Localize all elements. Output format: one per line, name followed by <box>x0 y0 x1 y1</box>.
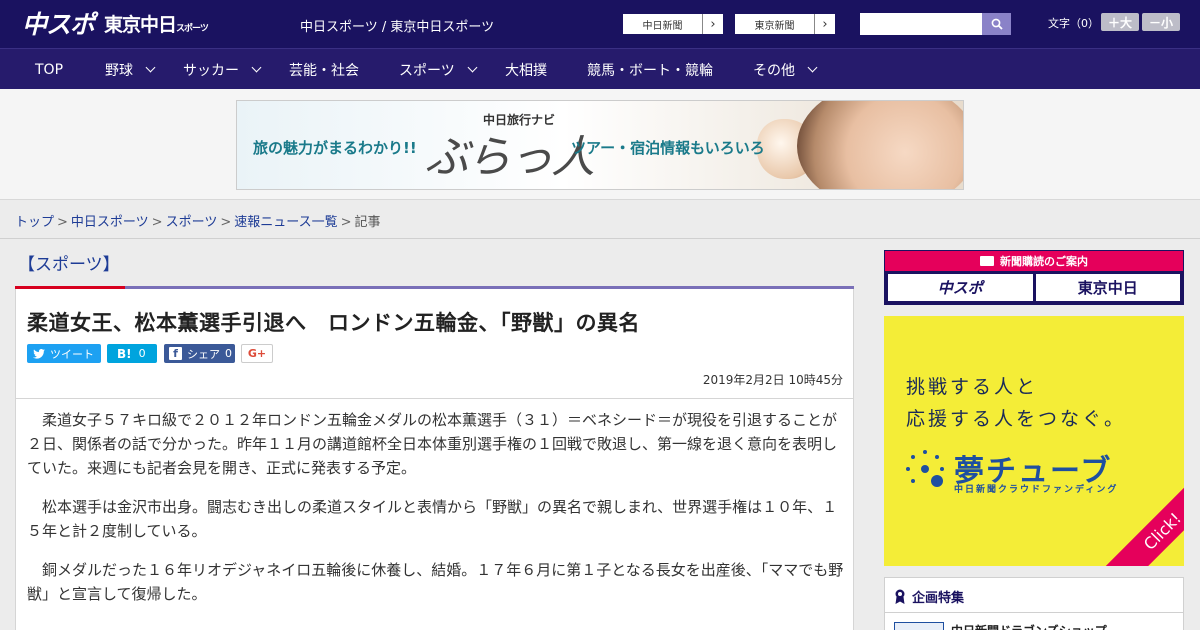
newspaper-icon <box>980 256 994 266</box>
divider <box>16 398 853 399</box>
breadcrumb-separator: > <box>340 215 352 230</box>
nav-item-label: 大相撲 <box>505 62 547 79</box>
chevron-down-icon <box>145 62 156 73</box>
nav-item-other[interactable]: その他 <box>753 49 818 90</box>
yume-dots-icon <box>906 450 944 487</box>
article-body: 柔道女子５７キロ級で２０１２年ロンドン五輪金メダルの松本薫選手（３１）＝ベネシー… <box>27 408 847 621</box>
chevron-right-icon: › <box>710 16 716 32</box>
ad-right-copy: ツアー・宿泊情報もいろいろ <box>571 139 765 157</box>
chevron-down-icon <box>467 62 478 73</box>
site-name-link[interactable]: 中日スポーツ / 東京中日スポーツ <box>300 16 494 35</box>
nav-item-label: 野球 <box>105 62 133 79</box>
subscription-logos: 中スポ 東京中日 <box>885 271 1183 304</box>
article-paragraph: 松本選手は金沢市出身。闘志むき出しの柔道スタイルと表情から「野獣」の異名で親しま… <box>27 498 838 540</box>
search-button[interactable] <box>982 13 1011 35</box>
breadcrumb-current: 記事 <box>354 215 381 230</box>
yume-tube-ad[interactable]: 挑戦する人と 応援する人をつなぐ。 夢チューブ 中日新聞クラウドファンディング … <box>884 316 1184 566</box>
subscription-title: 新聞購読のご案内 <box>1000 255 1088 268</box>
article-headline: 柔道女王、松本薫選手引退へ ロンドン五輪金、「野獣」の異名 <box>27 311 640 335</box>
feature-thumbnail[interactable] <box>894 622 944 630</box>
yume-ad-line1: 挑戦する人と <box>906 376 1039 398</box>
ad-left-copy: 旅の魅力がまるわかり!! <box>253 139 417 157</box>
breadcrumb-top[interactable]: トップ <box>15 215 54 230</box>
article-paragraph: 銅メダルだった１６年リオデジャネイロ五輪後に休養し、結婚。１７年６月に第１子とな… <box>27 561 844 603</box>
ribbon-icon <box>895 589 905 604</box>
breadcrumb-separator: > <box>151 215 163 230</box>
article-date: 2019年2月2日 10時45分 <box>702 373 843 387</box>
subscribe-chuspo-link[interactable]: 中スポ <box>888 274 1033 301</box>
chevron-down-icon <box>807 62 818 73</box>
article-category: 【スポーツ】 <box>18 255 120 275</box>
nav-item-entertainment[interactable]: 芸能・社会 <box>289 49 359 90</box>
ad-banner-area: 旅の魅力がまるわかり!! 中日旅行ナビ ぶらっ人 ツアー・宿泊情報もいろいろ <box>0 89 1200 200</box>
nav-item-sports[interactable]: スポーツ <box>399 49 478 90</box>
article-box: 柔道女王、松本薫選手引退へ ロンドン五輪金、「野獣」の異名 ツイート B! 0 … <box>15 289 854 630</box>
nav-item-label: 競馬・ボート・競輪 <box>587 62 713 79</box>
hatena-count: 0 <box>138 347 146 360</box>
feature-title: 企画特集 <box>912 591 965 606</box>
ext-link-label: 東京新聞 <box>735 14 815 34</box>
divider <box>0 238 1200 239</box>
breadcrumb-separator: > <box>57 215 68 230</box>
breadcrumb-news-list[interactable]: 速報ニュース一覧 <box>234 215 337 230</box>
chevron-right-icon: › <box>822 16 828 32</box>
tokyo-shimbun-link[interactable]: 東京新聞 › <box>734 13 836 35</box>
hatena-bookmark-button[interactable]: B! 0 <box>107 344 157 363</box>
chunichi-shimbun-link[interactable]: 中日新聞 › <box>622 13 724 35</box>
font-size-label: 文字（0） <box>1048 17 1099 30</box>
nav-item-racing[interactable]: 競馬・ボート・競輪 <box>587 49 713 90</box>
logo-chuspo: 中スポ <box>22 10 95 39</box>
subscribe-tokyo-chunichi-link[interactable]: 東京中日 <box>1035 274 1180 301</box>
font-bigger-button[interactable]: ＋大 <box>1101 13 1139 31</box>
share-label: シェア <box>187 347 220 361</box>
yume-ad-line2: 応援する人をつなぐ。 <box>906 408 1127 430</box>
nav-item-baseball[interactable]: 野球 <box>105 49 156 90</box>
nav-item-label: スポーツ <box>399 62 455 79</box>
twitter-icon <box>33 348 45 359</box>
yume-subtitle: 中日新聞クラウドファンディング <box>954 485 1119 495</box>
facebook-icon: f <box>169 347 182 360</box>
google-plus-icon: G+ <box>247 347 267 360</box>
nav-item-sumo[interactable]: 大相撲 <box>505 49 547 90</box>
nav-item-top[interactable]: TOP <box>35 49 63 90</box>
breadcrumb-chunichi-sports[interactable]: 中日スポーツ <box>71 215 149 230</box>
feature-header: 企画特集 <box>894 587 964 606</box>
divider <box>885 612 1183 613</box>
hatena-icon: B! <box>117 346 132 361</box>
feature-box: 企画特集 中日新聞ドラゴンズショップ <box>884 577 1184 630</box>
breadcrumb-sports[interactable]: スポーツ <box>166 215 218 230</box>
main-nav: TOP 野球 サッカー 芸能・社会 スポーツ 大相撲 競馬・ボート・競輪 その他 <box>0 48 1200 89</box>
google-plus-button[interactable]: G+ <box>241 344 273 363</box>
breadcrumb: トップ > 中日スポーツ > スポーツ > 速報ニュース一覧 > 記事 <box>15 211 381 230</box>
share-count: 0 <box>225 347 232 360</box>
nav-item-label: TOP <box>35 61 64 78</box>
ext-link-label: 中日新聞 <box>623 14 703 34</box>
article-paragraph: 柔道女子５７キロ級で２０１２年ロンドン五輪金メダルの松本薫選手（３１）＝ベネシー… <box>27 411 838 477</box>
ad-brand: ぶらっ人 <box>425 132 595 183</box>
chevron-down-icon <box>251 62 262 73</box>
logo-tokyo-chunichi: 東京中日スポーツ <box>104 13 209 36</box>
font-smaller-button[interactable]: －小 <box>1142 13 1180 31</box>
search-input[interactable] <box>860 13 982 35</box>
tweet-label: ツイート <box>50 347 94 361</box>
facebook-share-button[interactable]: f シェア 0 <box>164 344 235 363</box>
breadcrumb-separator: > <box>220 215 232 230</box>
site-logo[interactable]: 中スポ 東京中日スポーツ <box>22 6 209 40</box>
nav-item-soccer[interactable]: サッカー <box>183 49 262 90</box>
woman-photo <box>797 101 963 189</box>
site-header: 中スポ 東京中日スポーツ 中日スポーツ / 東京中日スポーツ 中日新聞 › 東京… <box>0 0 1200 48</box>
feature-item-link[interactable]: 中日新聞ドラゴンズショップ <box>951 622 1107 630</box>
site-search <box>860 13 1011 35</box>
nav-item-label: 芸能・社会 <box>289 62 359 79</box>
subscription-header: 新聞購読のご案内 <box>885 251 1183 271</box>
search-icon <box>991 18 1003 30</box>
travel-ad-banner[interactable]: 旅の魅力がまるわかり!! 中日旅行ナビ ぶらっ人 ツアー・宿泊情報もいろいろ <box>236 100 964 190</box>
tweet-button[interactable]: ツイート <box>27 344 101 363</box>
nav-item-label: その他 <box>753 62 795 79</box>
subscription-box: 新聞購読のご案内 中スポ 東京中日 <box>884 250 1184 305</box>
nav-item-label: サッカー <box>183 62 239 79</box>
